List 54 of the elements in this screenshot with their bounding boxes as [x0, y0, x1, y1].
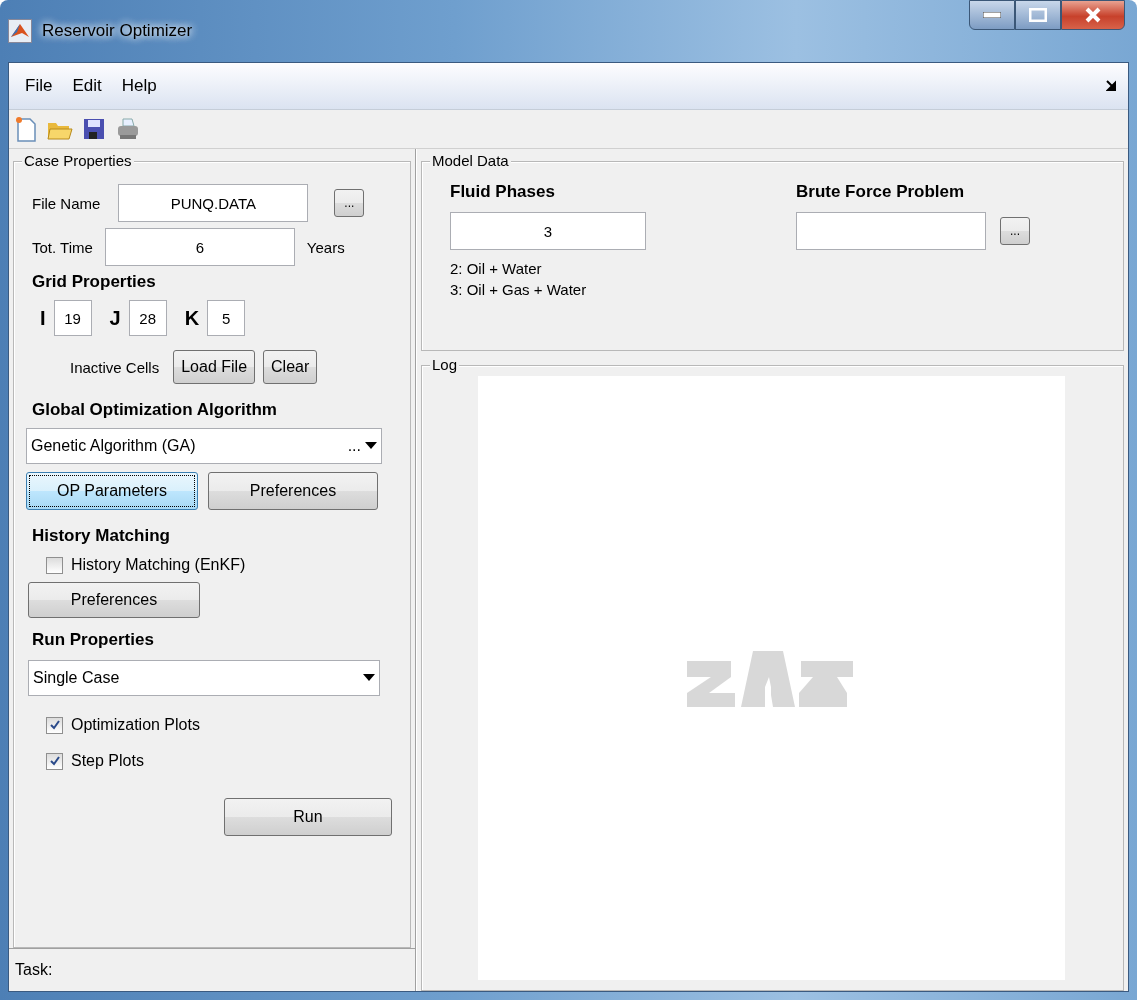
checkbox-label: Optimization Plots — [71, 716, 200, 734]
browse-button[interactable]: ... — [1000, 217, 1030, 245]
status-text: Task: — [15, 961, 53, 979]
action-button[interactable]: OP Parameters — [26, 472, 198, 510]
action-button[interactable]: Load File — [173, 350, 256, 384]
section-heading: Brute Force Problem — [796, 182, 966, 202]
note-text: 3: Oil + Gas + Water — [450, 281, 588, 298]
dimension-field[interactable]: 28 — [128, 300, 167, 336]
fluid-phases-field[interactable]: 3 — [450, 212, 646, 250]
menu-item[interactable]: Help — [113, 74, 165, 98]
run-mode-dropdown[interactable]: Single Case — [28, 660, 380, 696]
preferences-button[interactable]: Preferences — [28, 582, 200, 618]
action-button[interactable]: Clear — [263, 350, 318, 384]
file-name-field[interactable]: PUNQ.DATA — [118, 184, 309, 222]
brute-force-field[interactable] — [796, 212, 986, 250]
field-label: Tot. Time — [32, 238, 93, 256]
section-heading: History Matching — [32, 526, 171, 546]
field-label: File Name — [32, 194, 101, 212]
dimension-label: K — [184, 306, 200, 330]
algorithm-dropdown[interactable]: Genetic Algorithm (GA) ... — [26, 428, 382, 464]
checkbox[interactable] — [46, 752, 63, 770]
checkbox[interactable] — [46, 716, 63, 734]
group-title: Case Properties — [22, 152, 134, 170]
close-icon — [1084, 7, 1102, 23]
checkbox-label: History Matching (EnKF) — [71, 556, 246, 574]
window-title: Reservoir Optimizer — [42, 21, 193, 41]
close-button[interactable] — [1061, 0, 1125, 30]
checkbox-label: Step Plots — [71, 752, 144, 770]
action-button[interactable]: Preferences — [208, 472, 378, 510]
section-heading: Global Optimization Algorithm — [32, 400, 278, 420]
ellipsis-text: ... — [347, 437, 361, 455]
note-text: 2: Oil + Water — [450, 260, 543, 277]
new-file-icon[interactable] — [13, 115, 39, 143]
section-heading: Grid Properties — [32, 272, 157, 292]
total-time-field[interactable]: 6 — [104, 228, 295, 266]
dimension-field[interactable]: 19 — [53, 300, 92, 336]
section-heading: Run Properties — [32, 630, 155, 650]
dimension-label: I — [40, 306, 46, 330]
maximize-button[interactable] — [1015, 0, 1061, 30]
dock-arrow-icon[interactable] — [1106, 80, 1118, 92]
minimize-icon — [983, 12, 1001, 18]
checkbox[interactable] — [46, 556, 63, 574]
dimension-field[interactable]: 5 — [207, 300, 246, 336]
field-label: Inactive Cells — [70, 358, 160, 376]
run-button[interactable]: Run — [224, 798, 392, 836]
minimize-button[interactable] — [969, 0, 1015, 30]
section-heading: Fluid Phases — [450, 182, 556, 202]
menu-item[interactable]: File — [17, 74, 61, 98]
app-icon — [8, 19, 32, 43]
unit-label: Years — [306, 238, 345, 256]
menu-item[interactable]: Edit — [64, 74, 110, 98]
browse-button[interactable]: ... — [334, 189, 365, 217]
dimension-label: J — [109, 306, 121, 330]
maximize-icon — [1029, 8, 1047, 22]
